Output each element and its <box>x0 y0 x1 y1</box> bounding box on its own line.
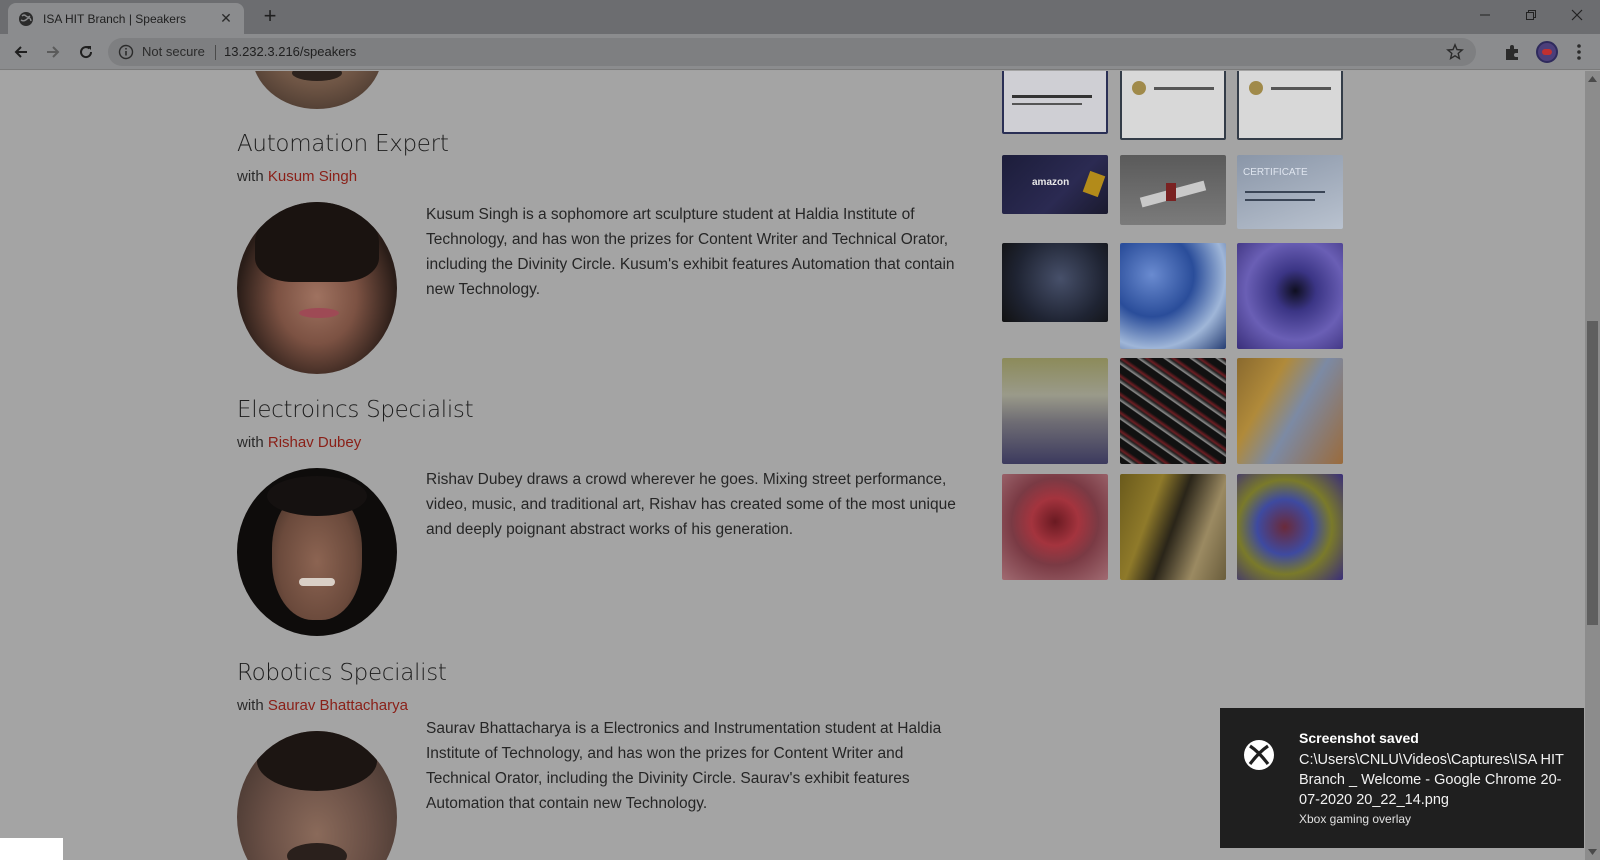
beard-shape <box>287 843 347 860</box>
arrow-left-icon <box>14 46 27 58</box>
gallery-thumb[interactable] <box>1237 474 1343 580</box>
restore-button[interactable] <box>1508 0 1554 30</box>
back-button[interactable] <box>9 40 33 64</box>
certificate-line <box>1271 87 1331 90</box>
speaker-heading: Automation Expert with Kusum Singh <box>237 131 449 185</box>
speaker-heading: Robotics Specialist with Saurav Bhattach… <box>237 660 447 714</box>
security-label[interactable]: Not secure <box>142 44 205 59</box>
certificate-line <box>1012 103 1082 105</box>
url-text[interactable]: 13.232.3.216/speakers <box>224 44 356 59</box>
new-tab-button[interactable]: + <box>258 5 282 29</box>
speaker-photo <box>237 202 397 374</box>
reload-button[interactable] <box>74 40 98 64</box>
scroll-down-arrow-icon[interactable] <box>1588 848 1597 856</box>
toast-title: Screenshot saved <box>1299 730 1419 746</box>
banner-text: amazon <box>1032 177 1070 188</box>
gallery-thumb[interactable] <box>1237 358 1343 464</box>
restore-icon <box>1526 10 1536 20</box>
gallery-thumb[interactable] <box>1120 71 1226 140</box>
gallery-thumb[interactable] <box>1002 71 1108 134</box>
close-icon <box>1571 9 1583 21</box>
certificate-line <box>1245 199 1315 201</box>
certificate-line <box>1245 191 1325 193</box>
toast-message: C:\Users\CNLU\Videos\Captures\ISA HIT Br… <box>1299 752 1564 808</box>
arrow-right-icon <box>47 46 60 58</box>
close-window-button[interactable] <box>1554 0 1600 30</box>
speaker-title: Robotics Specialist <box>237 660 447 686</box>
browser-tab[interactable]: ISA HIT Branch | Speakers ✕ <box>8 3 244 34</box>
seal-shape <box>1249 81 1263 95</box>
certificate-line <box>1012 95 1092 98</box>
page-scrollbar[interactable] <box>1585 71 1600 860</box>
gallery-thumb[interactable] <box>1120 155 1226 225</box>
speaker-name-link[interactable]: Kusum Singh <box>268 168 357 185</box>
with-label: with <box>237 697 264 714</box>
speaker-with-line: with Saurav Bhattacharya <box>237 697 447 714</box>
star-icon[interactable] <box>1446 43 1464 61</box>
forward-button[interactable] <box>41 40 65 64</box>
hair-shape <box>257 731 377 791</box>
gallery-thumb[interactable] <box>1120 358 1226 464</box>
tab-strip: ISA HIT Branch | Speakers ✕ + <box>0 0 1600 34</box>
gallery-thumb[interactable] <box>1237 71 1343 140</box>
seal-shape <box>1132 81 1146 95</box>
gallery-thumb[interactable] <box>1002 358 1108 464</box>
speaker-with-line: with Kusum Singh <box>237 168 449 185</box>
with-label: with <box>237 168 264 185</box>
previous-speaker-avatar <box>252 71 382 109</box>
toast-source: Xbox gaming overlay <box>1299 812 1412 826</box>
address-bar[interactable]: Not secure 13.232.3.216/speakers <box>108 38 1476 66</box>
speaker-name-link[interactable]: Saurav Bhattacharya <box>268 697 408 714</box>
gallery-thumb[interactable] <box>1237 243 1343 349</box>
minimize-button[interactable] <box>1462 0 1508 30</box>
speaker-title: Automation Expert <box>237 131 449 157</box>
minimize-icon <box>1480 14 1490 16</box>
page-corner-widget <box>0 838 63 860</box>
gallery-thumb[interactable] <box>1120 243 1226 349</box>
speaker-heading: Electroincs Specialist with Rishav Dubey <box>237 397 474 451</box>
speaker-bio: Kusum Singh is a sophomore art sculpture… <box>426 206 955 298</box>
speaker-bio: Rishav Dubey draws a crowd wherever he g… <box>426 471 956 538</box>
extensions-icon[interactable] <box>1503 42 1523 62</box>
certificate-text: CERTIFICATE <box>1243 167 1308 178</box>
globe-icon <box>19 11 33 26</box>
scrollbar-thumb[interactable] <box>1587 321 1598 625</box>
with-label: with <box>237 434 264 451</box>
screenshot-toast[interactable]: Screenshot saved C:\Users\CNLU\Videos\Ca… <box>1220 708 1584 848</box>
reload-icon <box>80 46 93 59</box>
speaker-title: Electroincs Specialist <box>237 397 474 423</box>
gallery-thumb[interactable] <box>1002 243 1108 322</box>
tab-title: ISA HIT Branch | Speakers <box>43 11 186 26</box>
speaker-bio: Saurav Bhattacharya is a Electronics and… <box>426 720 942 812</box>
hair-shape <box>267 476 367 516</box>
drone-body <box>1166 183 1176 201</box>
close-tab-icon[interactable]: ✕ <box>218 10 234 27</box>
hair-shape <box>255 202 379 282</box>
xbox-icon <box>1244 740 1274 770</box>
speaker-photo <box>237 731 397 860</box>
address-divider <box>215 45 216 60</box>
scroll-up-arrow-icon[interactable] <box>1588 75 1597 83</box>
banner-graphic <box>1082 170 1106 198</box>
gallery-thumb[interactable] <box>1002 474 1108 580</box>
certificate-line <box>1154 87 1214 90</box>
speaker-with-line: with Rishav Dubey <box>237 434 473 451</box>
gallery-thumb[interactable]: CERTIFICATE <box>1237 155 1343 229</box>
browser-toolbar: Not secure 13.232.3.216/speakers <box>0 34 1600 70</box>
speaker-photo <box>237 468 397 636</box>
gallery-thumb[interactable] <box>1120 474 1226 580</box>
speaker-name-link[interactable]: Rishav Dubey <box>268 434 361 451</box>
lips-shape <box>299 308 339 318</box>
profile-avatar[interactable] <box>1536 41 1558 63</box>
beard-shape <box>292 71 342 81</box>
smile-shape <box>299 578 335 586</box>
more-menu-icon[interactable] <box>1571 42 1587 62</box>
gallery-thumb[interactable]: amazon <box>1002 155 1108 214</box>
info-icon[interactable] <box>118 44 134 60</box>
